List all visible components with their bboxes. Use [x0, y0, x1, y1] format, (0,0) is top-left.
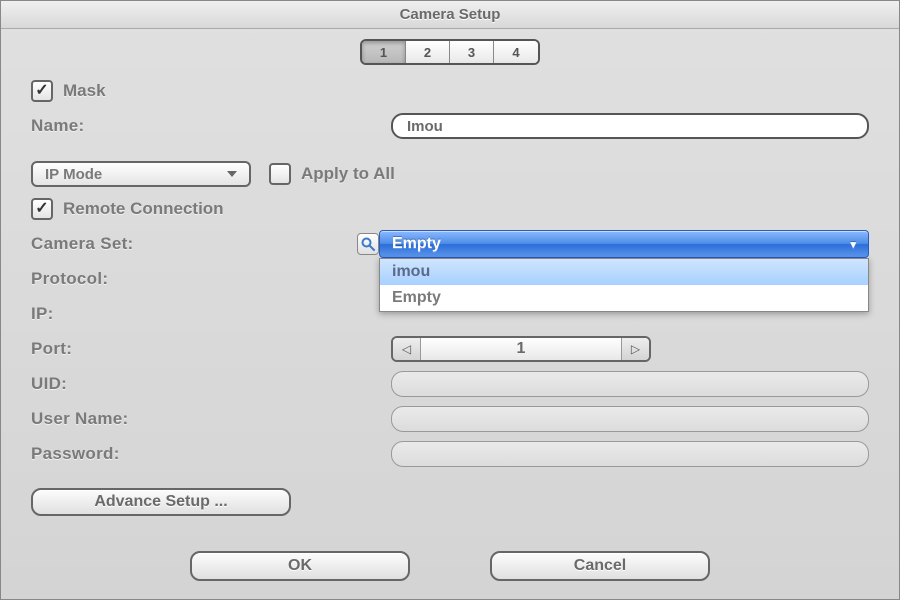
ip-mode-select[interactable]: IP Mode [31, 161, 251, 187]
chevron-down-icon [227, 171, 237, 177]
camera-setup-dialog: Camera Setup 1 2 3 4 Mask Name: IP Mode … [0, 0, 900, 600]
cancel-button[interactable]: Cancel [490, 551, 710, 581]
name-input[interactable] [391, 113, 869, 139]
port-row: Port: ◁ 1 ▷ [31, 335, 869, 363]
user-row: User Name: [31, 405, 869, 433]
dialog-footer: OK Cancel [1, 539, 899, 599]
camera-set-display[interactable]: Empty ▾ [379, 230, 869, 258]
name-row: Name: [31, 112, 869, 140]
ok-button[interactable]: OK [190, 551, 410, 581]
mask-label: Mask [63, 81, 106, 101]
mask-row: Mask [31, 77, 869, 105]
camera-set-dropdown: imou Empty [379, 258, 869, 312]
tab-1[interactable]: 1 [362, 41, 406, 63]
port-decrement-button[interactable]: ◁ [393, 338, 421, 360]
camera-set-value: Empty [392, 235, 441, 253]
dialog-title: Camera Setup [1, 1, 899, 29]
port-increment-button[interactable]: ▷ [621, 338, 649, 360]
remote-row: Remote Connection [31, 195, 869, 223]
camera-set-combo[interactable]: Empty ▾ imou Empty [379, 230, 869, 258]
tab-group: 1 2 3 4 [360, 39, 540, 65]
tab-2[interactable]: 2 [406, 41, 450, 63]
user-name-label: User Name: [31, 409, 391, 429]
apply-all-checkbox[interactable] [269, 163, 291, 185]
ipmode-row: IP Mode Apply to All [31, 160, 869, 188]
camera-set-label: Camera Set: [31, 234, 357, 254]
user-name-input[interactable] [391, 406, 869, 432]
dropdown-item-imou[interactable]: imou [380, 259, 868, 285]
tab-strip: 1 2 3 4 [1, 29, 899, 71]
port-value: 1 [421, 340, 621, 358]
dialog-body: Mask Name: IP Mode Apply to All Remote C… [1, 71, 899, 539]
uid-input[interactable] [391, 371, 869, 397]
advance-setup-button[interactable]: Advance Setup ... [31, 488, 291, 516]
tab-3[interactable]: 3 [450, 41, 494, 63]
port-label: Port: [31, 339, 391, 359]
advance-row: Advance Setup ... [31, 488, 869, 516]
camera-set-row: Camera Set: Empty ▾ imou Empty [31, 230, 869, 258]
ip-mode-value: IP Mode [45, 166, 102, 183]
tab-4[interactable]: 4 [494, 41, 538, 63]
remote-connection-checkbox[interactable] [31, 198, 53, 220]
dropdown-item-empty[interactable]: Empty [380, 285, 868, 311]
password-input[interactable] [391, 441, 869, 467]
mask-checkbox[interactable] [31, 80, 53, 102]
remote-connection-label: Remote Connection [63, 199, 224, 219]
name-label: Name: [31, 116, 391, 136]
search-icon[interactable] [357, 233, 379, 255]
password-row: Password: [31, 440, 869, 468]
chevron-down-icon: ▾ [850, 238, 856, 251]
ip-label: IP: [31, 304, 391, 324]
port-stepper[interactable]: ◁ 1 ▷ [391, 336, 651, 362]
apply-all-label: Apply to All [301, 164, 395, 184]
password-label: Password: [31, 444, 391, 464]
uid-label: UID: [31, 374, 391, 394]
protocol-label: Protocol: [31, 269, 391, 289]
uid-row: UID: [31, 370, 869, 398]
